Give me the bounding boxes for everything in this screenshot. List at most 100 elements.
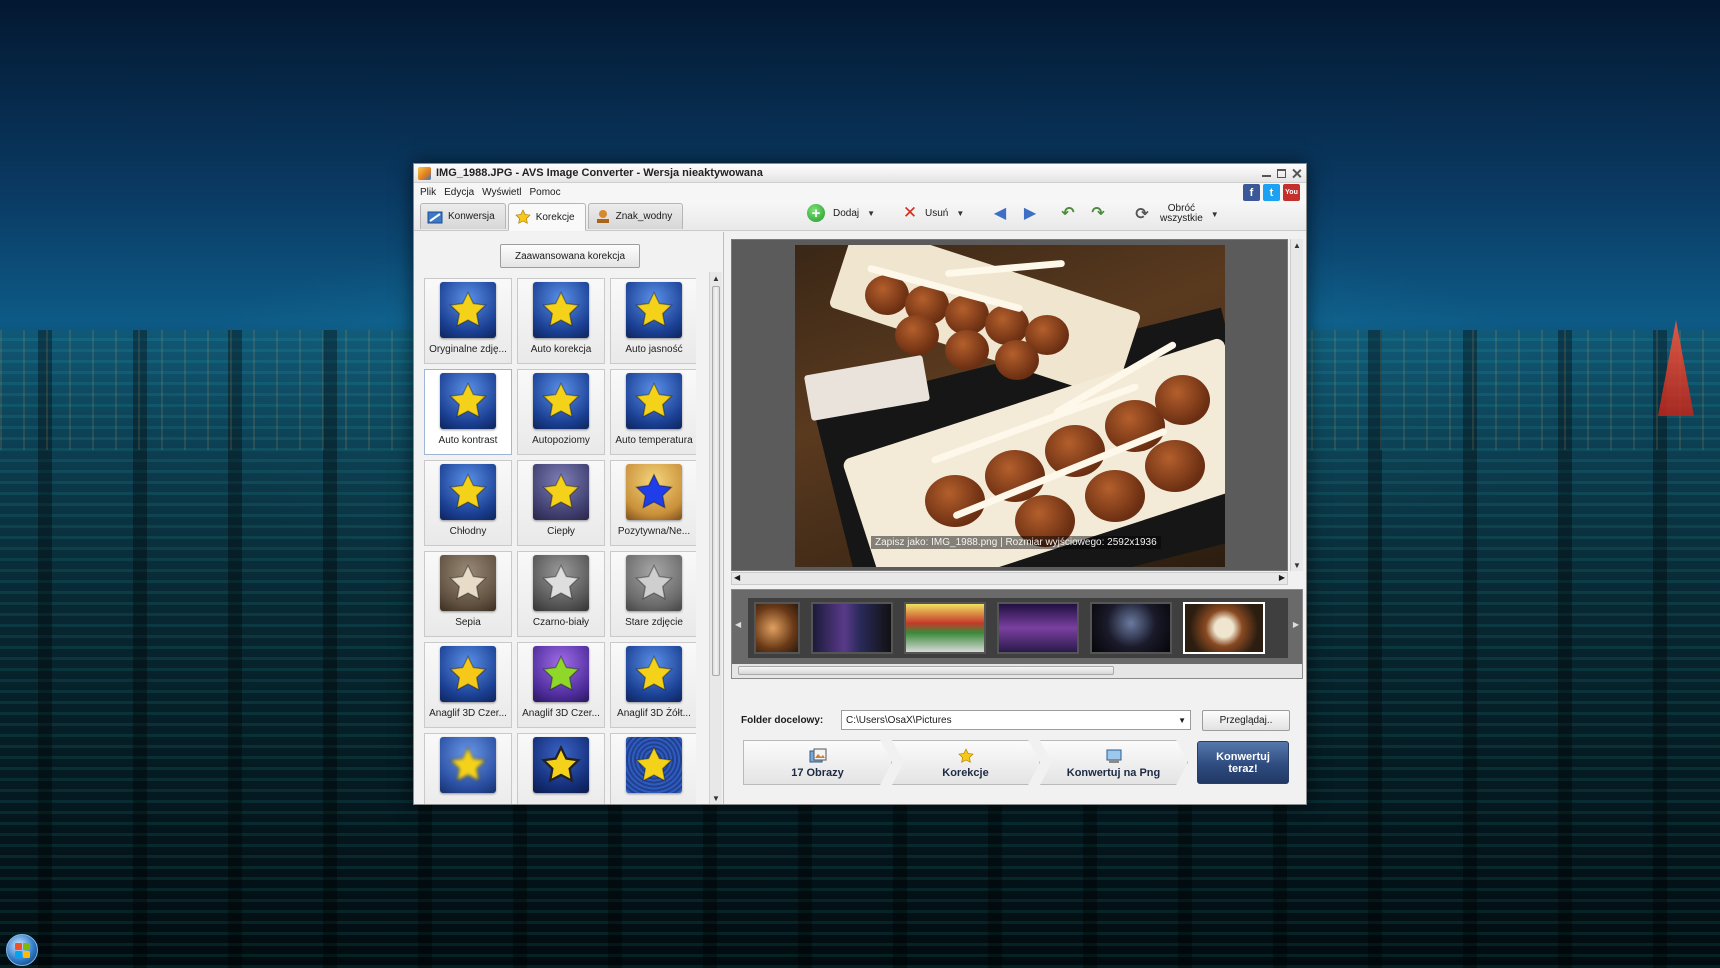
correction-item[interactable]: Autopoziomy xyxy=(517,369,605,455)
convert-png-icon xyxy=(1106,749,1121,763)
star-icon xyxy=(449,290,487,327)
correction-item[interactable]: Oryginalne zdję... xyxy=(424,278,512,364)
star-icon xyxy=(449,563,487,600)
correction-preview-icon xyxy=(626,646,682,702)
star-icon xyxy=(957,748,974,763)
correction-item[interactable]: Pozytywna/Ne... xyxy=(610,460,696,546)
filmstrip-thumbnail[interactable] xyxy=(754,602,800,654)
previous-button[interactable]: ◀ xyxy=(990,204,1010,222)
star-icon xyxy=(542,563,580,600)
step-label: 17 Obrazy xyxy=(791,767,844,779)
step-convert-png[interactable]: Konwertuj na Png xyxy=(1040,740,1188,785)
tab-label: Konwersja xyxy=(448,211,495,222)
scrollbar-thumb[interactable] xyxy=(738,666,1114,675)
minimize-button[interactable] xyxy=(1261,168,1272,179)
filmstrip-right-icon[interactable]: ▶ xyxy=(1293,620,1299,629)
title-bar[interactable]: IMG_1988.JPG - AVS Image Converter - Wer… xyxy=(414,164,1306,183)
correction-item[interactable]: Czarno-biały xyxy=(517,551,605,637)
youtube-icon[interactable]: You xyxy=(1283,184,1300,201)
image-preview[interactable]: Zapisz jako: IMG_1988.png | Rozmiar wyjś… xyxy=(731,239,1288,571)
star-icon xyxy=(635,654,673,691)
correction-item[interactable]: Anaglif 3D Żółt... xyxy=(610,642,696,728)
correction-item[interactable] xyxy=(424,733,512,804)
scroll-up-icon[interactable]: ▲ xyxy=(1291,239,1303,251)
menu-item-file[interactable]: Plik xyxy=(420,187,436,198)
correction-preview-icon xyxy=(440,464,496,520)
filmstrip-thumbnail[interactable] xyxy=(1090,602,1172,654)
chevron-down-icon[interactable]: ▼ xyxy=(1211,210,1219,219)
preview-vertical-scrollbar[interactable]: ▲ ▼ xyxy=(1290,239,1303,571)
advanced-correction-button[interactable]: Zaawansowana korekcja xyxy=(500,244,640,268)
correction-item[interactable]: Sepia xyxy=(424,551,512,637)
menu-item-edit[interactable]: Edycja xyxy=(444,187,474,198)
correction-preview-icon xyxy=(440,555,496,611)
remove-button[interactable]: ✕ Usuń ▼ xyxy=(901,203,964,222)
star-icon xyxy=(635,290,673,327)
convert-icon xyxy=(427,211,443,223)
next-button[interactable]: ▶ xyxy=(1020,204,1040,222)
filmstrip-thumbnail[interactable] xyxy=(904,602,986,654)
corrections-panel: Zaawansowana korekcja Oryginalne zdję...… xyxy=(414,232,724,804)
correction-item[interactable] xyxy=(610,733,696,804)
add-button[interactable]: + Dodaj ▼ xyxy=(807,204,875,222)
rotate-right-button[interactable]: ↷ xyxy=(1088,204,1108,222)
convert-now-button[interactable]: Konwertuj teraz! xyxy=(1197,741,1289,784)
close-button[interactable] xyxy=(1291,168,1302,179)
correction-preview-icon xyxy=(626,737,682,793)
chevron-down-icon[interactable]: ▼ xyxy=(956,209,964,218)
correction-item[interactable]: Auto korekcja xyxy=(517,278,605,364)
folder-label: Folder docelowy: xyxy=(741,714,824,726)
menu-item-view[interactable]: Wyświetl xyxy=(482,187,521,198)
correction-item[interactable]: Chłodny xyxy=(424,460,512,546)
correction-preview-icon xyxy=(440,373,496,429)
correction-label: Auto kontrast xyxy=(438,435,498,446)
preview-horizontal-scrollbar[interactable]: ◀ ▶ xyxy=(731,572,1288,585)
step-corrections[interactable]: Korekcje xyxy=(892,740,1040,785)
scroll-up-icon[interactable]: ▲ xyxy=(710,272,722,284)
correction-item[interactable]: Auto jasność xyxy=(610,278,696,364)
start-button[interactable] xyxy=(6,934,38,966)
folder-input[interactable]: C:\Users\OsaX\Pictures ▼ xyxy=(841,710,1191,730)
scroll-left-icon[interactable]: ◀ xyxy=(734,573,740,582)
correction-label: Stare zdjęcie xyxy=(625,617,683,628)
chevron-down-icon[interactable]: ▼ xyxy=(867,209,875,218)
facebook-icon[interactable]: f xyxy=(1243,184,1260,201)
correction-item[interactable]: Auto kontrast xyxy=(424,369,512,455)
rotate-all-label-2: wszystkie xyxy=(1160,213,1203,224)
app-window: IMG_1988.JPG - AVS Image Converter - Wer… xyxy=(413,163,1307,805)
scroll-down-icon[interactable]: ▼ xyxy=(1291,559,1303,571)
correction-item[interactable]: Anaglif 3D Czer... xyxy=(517,642,605,728)
twitter-icon[interactable]: t xyxy=(1263,184,1280,201)
scroll-down-icon[interactable]: ▼ xyxy=(710,792,722,804)
correction-item[interactable]: Stare zdjęcie xyxy=(610,551,696,637)
tab-korekcje[interactable]: Korekcje xyxy=(507,203,586,231)
menu-item-help[interactable]: Pomoc xyxy=(530,187,561,198)
filmstrip-left-icon[interactable]: ◀ xyxy=(735,620,741,629)
scrollbar-thumb[interactable] xyxy=(712,286,720,676)
filmstrip-thumbnail[interactable] xyxy=(811,602,893,654)
correction-item[interactable]: Auto temperatura xyxy=(610,369,696,455)
rotate-all-button[interactable]: ⟳ Obróć wszystkie ▼ xyxy=(1132,204,1219,224)
chevron-down-icon[interactable]: ▼ xyxy=(1178,716,1186,725)
arrow-right-icon: ▶ xyxy=(1023,205,1037,222)
rotate-left-button[interactable]: ↶ xyxy=(1058,204,1078,222)
correction-label: Auto korekcja xyxy=(530,344,592,355)
correction-preview-icon xyxy=(626,464,682,520)
scroll-right-icon[interactable]: ▶ xyxy=(1279,573,1285,582)
star-icon xyxy=(542,472,580,509)
correction-item[interactable] xyxy=(517,733,605,804)
filmstrip-thumbnail[interactable] xyxy=(997,602,1079,654)
correction-item[interactable]: Ciepły xyxy=(517,460,605,546)
browse-button[interactable]: Przeglądaj.. xyxy=(1202,709,1290,731)
tab-konwersja[interactable]: Konwersja xyxy=(420,203,506,229)
filmstrip-scrollbar[interactable] xyxy=(732,664,1302,678)
corrections-scrollbar[interactable]: ▲ ▼ xyxy=(709,272,722,804)
maximize-button[interactable] xyxy=(1276,168,1287,179)
images-icon xyxy=(809,748,826,763)
filmstrip-thumbnail[interactable] xyxy=(1183,602,1265,654)
correction-label: Chłodny xyxy=(449,526,487,537)
correction-item[interactable]: Anaglif 3D Czer... xyxy=(424,642,512,728)
step-images[interactable]: 17 Obrazy xyxy=(743,740,892,785)
app-icon xyxy=(418,166,431,180)
tab-znak-wodny[interactable]: Znak_wodny xyxy=(587,203,684,229)
